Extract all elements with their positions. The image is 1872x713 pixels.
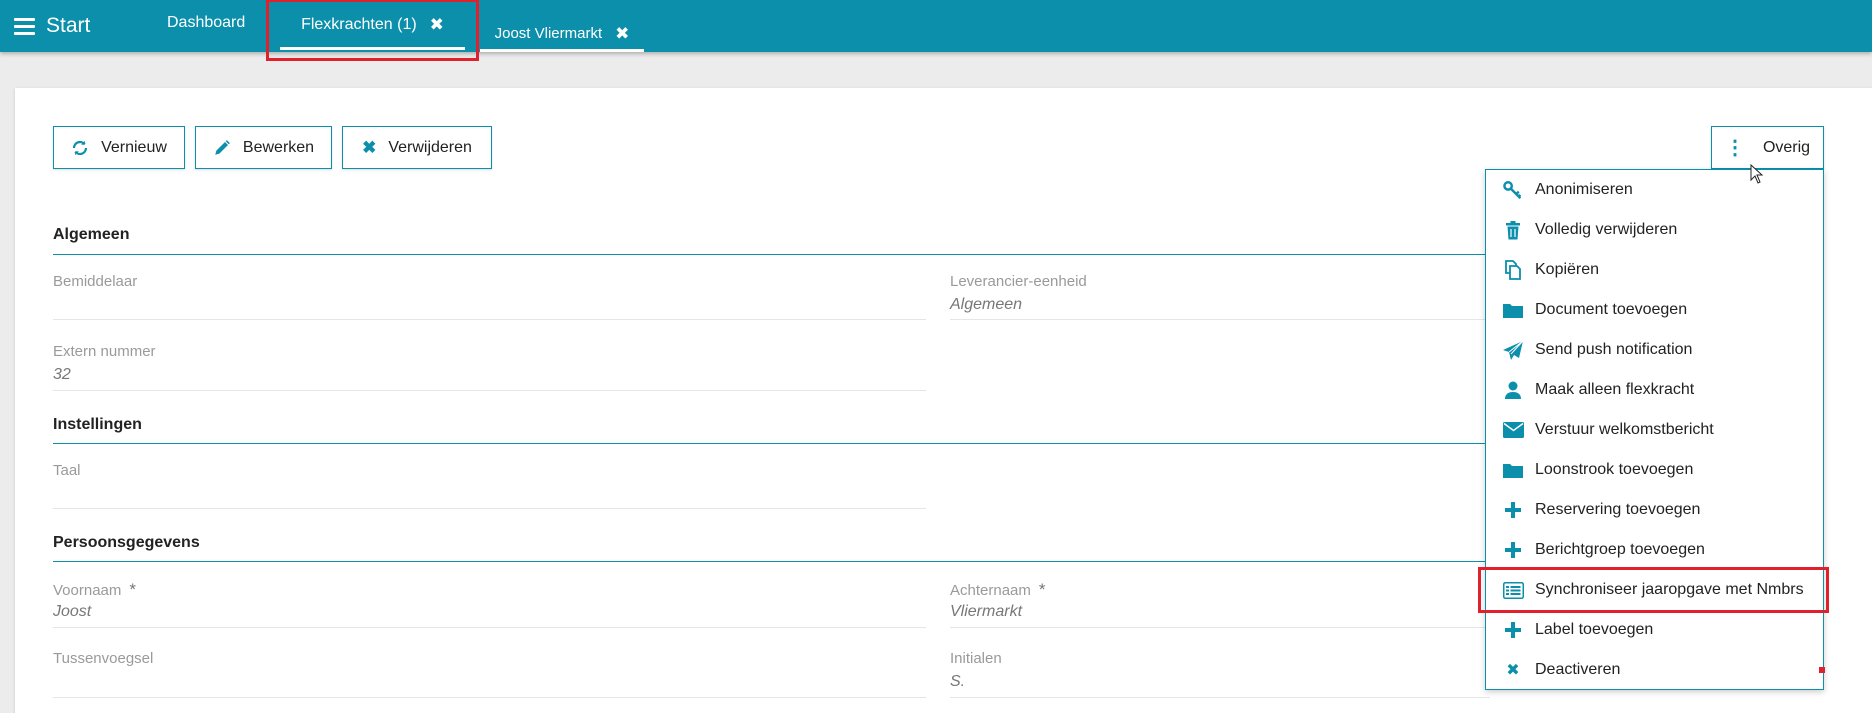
folder-icon bbox=[1502, 462, 1524, 478]
required-marker: * bbox=[1038, 580, 1046, 599]
more-options-button[interactable]: ⋮ Overig bbox=[1711, 126, 1824, 169]
initialen-label: Initialen bbox=[950, 650, 1002, 667]
menu-item-label: Label toevoegen bbox=[1535, 621, 1654, 638]
envelope-icon bbox=[1502, 422, 1524, 438]
menu-item-document-toevoegen[interactable]: Document toevoegen bbox=[1486, 290, 1823, 330]
menu-item-label: Volledig verwijderen bbox=[1535, 221, 1678, 238]
menu-item-label: Anonimiseren bbox=[1535, 181, 1633, 198]
menu-item-verstuur-welkomstbericht[interactable]: Verstuur welkomstbericht bbox=[1486, 410, 1823, 450]
refresh-icon bbox=[71, 139, 89, 157]
menu-item-berichtgroep-toevoegen[interactable]: Berichtgroep toevoegen bbox=[1486, 530, 1823, 570]
section-divider bbox=[53, 254, 1493, 255]
section-divider bbox=[53, 443, 1493, 444]
tab-joost-vliermarkt[interactable]: Joost Vliermarkt ✖ bbox=[480, 18, 644, 52]
initialen-value: S. bbox=[950, 673, 966, 690]
achternaam-label: Achternaam * bbox=[950, 580, 1046, 599]
field-divider bbox=[950, 627, 1490, 628]
start-label: Start bbox=[46, 14, 91, 37]
more-options-label: Overig bbox=[1762, 138, 1811, 156]
field-divider bbox=[53, 697, 926, 698]
delete-label: Verwijderen bbox=[388, 138, 472, 156]
section-title-settings: Instellingen bbox=[53, 416, 142, 433]
close-icon[interactable]: ✖ bbox=[430, 15, 444, 35]
top-navigation-bar: Start Dashboard Flexkrachten (1) ✖ Joost… bbox=[0, 0, 1872, 61]
more-options-menu: Anonimiseren Volledig verwijderen Kopiër… bbox=[1478, 169, 1829, 690]
paper-plane-icon bbox=[1502, 340, 1524, 360]
menu-item-label: Berichtgroep toevoegen bbox=[1535, 541, 1705, 558]
menu-item-volledig-verwijderen[interactable]: Volledig verwijderen bbox=[1486, 210, 1823, 250]
menu-item-deactiveren[interactable]: ✖ Deactiveren bbox=[1486, 650, 1823, 690]
tab-flexkrachten-label: Flexkrachten (1) bbox=[301, 16, 417, 33]
field-divider bbox=[53, 508, 926, 509]
menu-item-anonimiseren[interactable]: Anonimiseren bbox=[1486, 170, 1823, 210]
taal-label: Taal bbox=[53, 462, 81, 479]
mouse-cursor-icon bbox=[1750, 163, 1764, 189]
key-icon bbox=[1502, 181, 1524, 199]
menu-item-label: Send push notification bbox=[1535, 341, 1693, 358]
field-divider bbox=[950, 319, 1490, 320]
edit-button[interactable]: Bewerken bbox=[195, 126, 332, 169]
menu-item-send-push-notification[interactable]: Send push notification bbox=[1486, 330, 1823, 370]
field-divider bbox=[53, 319, 926, 320]
folder-icon bbox=[1502, 302, 1524, 318]
refresh-button[interactable]: Vernieuw bbox=[53, 126, 185, 169]
menu-item-synchroniseer-jaaropgave[interactable]: Synchroniseer jaaropgave met Nmbrs bbox=[1478, 567, 1829, 613]
trash-icon bbox=[1502, 220, 1524, 240]
achternaam-value: Vliermarkt bbox=[950, 603, 1023, 620]
user-icon bbox=[1502, 381, 1524, 399]
menu-item-maak-alleen-flexkracht[interactable]: Maak alleen flexkracht bbox=[1486, 370, 1823, 410]
refresh-label: Vernieuw bbox=[101, 138, 167, 156]
menu-item-label: Document toevoegen bbox=[1535, 301, 1688, 318]
menu-item-label: Synchroniseer jaaropgave met Nmbrs bbox=[1535, 581, 1804, 598]
voornaam-label: Voornaam * bbox=[53, 580, 137, 599]
copy-icon bbox=[1502, 260, 1524, 280]
plus-icon bbox=[1502, 502, 1524, 518]
active-tab-indicator bbox=[280, 47, 465, 50]
tab-dashboard[interactable]: Dashboard bbox=[167, 0, 245, 49]
field-divider bbox=[950, 697, 1490, 698]
delete-button[interactable]: ✖ Verwijderen bbox=[342, 126, 492, 169]
pencil-icon bbox=[213, 139, 231, 157]
menu-item-loonstrook-toevoegen[interactable]: Loonstrook toevoegen bbox=[1486, 450, 1823, 490]
leverancier-value: Algemeen bbox=[950, 296, 1023, 313]
field-divider bbox=[53, 627, 926, 628]
menu-item-kopieren[interactable]: Kopiëren bbox=[1486, 250, 1823, 290]
required-marker: * bbox=[129, 580, 137, 599]
start-menu-button[interactable]: Start bbox=[14, 0, 90, 52]
annotation-marker bbox=[1819, 667, 1825, 673]
section-title-personal: Persoonsgegevens bbox=[53, 534, 200, 551]
menu-item-reservering-toevoegen[interactable]: Reservering toevoegen bbox=[1486, 490, 1823, 530]
bemiddelaar-label: Bemiddelaar bbox=[53, 273, 138, 290]
close-icon: ✖ bbox=[1506, 662, 1520, 679]
close-icon[interactable]: ✖ bbox=[615, 24, 629, 44]
menu-item-label: Maak alleen flexkracht bbox=[1535, 381, 1695, 398]
plus-icon bbox=[1502, 622, 1524, 638]
leverancier-label: Leverancier-eenheid bbox=[950, 273, 1087, 290]
menu-item-label: Loonstrook toevoegen bbox=[1535, 461, 1694, 478]
list-icon bbox=[1502, 581, 1524, 599]
menu-item-label: Kopiëren bbox=[1535, 261, 1600, 278]
plus-icon bbox=[1502, 542, 1524, 558]
tab-joost-label: Joost Vliermarkt bbox=[494, 25, 603, 42]
menu-item-label: Deactiveren bbox=[1535, 661, 1621, 678]
section-title-general: Algemeen bbox=[53, 226, 130, 243]
voornaam-value: Joost bbox=[53, 603, 92, 620]
section-divider bbox=[53, 561, 1493, 562]
menu-item-label-toevoegen[interactable]: Label toevoegen bbox=[1486, 610, 1823, 650]
menu-item-label: Verstuur welkomstbericht bbox=[1535, 421, 1714, 438]
extern-nummer-label: Extern nummer bbox=[53, 343, 156, 360]
close-icon: ✖ bbox=[362, 137, 377, 157]
extern-nummer-value: 32 bbox=[53, 366, 71, 383]
hamburger-menu-icon bbox=[14, 17, 35, 35]
menu-item-label: Reservering toevoegen bbox=[1535, 501, 1701, 518]
tab-dashboard-label: Dashboard bbox=[167, 14, 246, 31]
field-divider bbox=[53, 390, 926, 391]
edit-label: Bewerken bbox=[242, 138, 315, 156]
vertical-ellipsis-icon: ⋮ bbox=[1724, 136, 1745, 159]
tussenvoegsel-label: Tussenvoegsel bbox=[53, 650, 154, 667]
